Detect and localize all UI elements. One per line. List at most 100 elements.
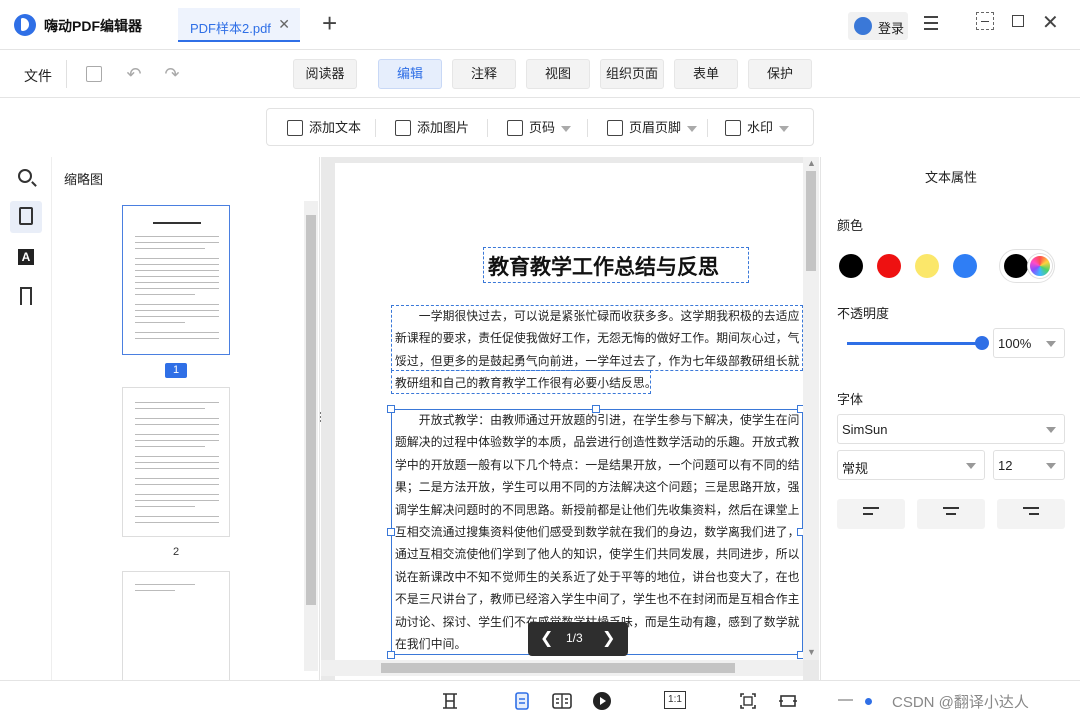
thumbnail-line [135, 276, 219, 277]
login-button[interactable]: 登录 [848, 12, 908, 40]
thumbnail-page-3[interactable] [122, 571, 230, 681]
align-left-button[interactable] [837, 499, 905, 529]
divider [66, 60, 67, 88]
tab-edit[interactable]: 编辑 [378, 59, 442, 89]
color-swatch-blue[interactable] [953, 254, 977, 278]
sidebar-item-fonts[interactable]: A [10, 241, 42, 273]
add-image-button[interactable]: 添加图片 [395, 117, 469, 139]
thumbnail-line [135, 310, 219, 311]
single-page-icon[interactable] [512, 691, 532, 711]
hamburger-menu-icon[interactable] [924, 16, 938, 30]
scrollbar-thumb[interactable] [806, 171, 816, 271]
color-swatch-black[interactable] [839, 254, 863, 278]
page-number-button[interactable]: 页码 [507, 117, 572, 139]
fit-height-icon[interactable] [440, 691, 460, 711]
thumbnail-line [135, 264, 219, 265]
thumbnail-page-2[interactable] [122, 387, 230, 537]
sidebar-item-search[interactable] [10, 162, 42, 194]
thumbnail-line [135, 446, 205, 447]
fit-page-icon[interactable] [738, 691, 758, 711]
document-horizontal-scrollbar[interactable] [321, 660, 803, 676]
maximize-icon[interactable] [1012, 15, 1024, 27]
scrollbar-thumb[interactable] [381, 663, 735, 673]
tab-organize-pages[interactable]: 组织页面 [600, 59, 664, 89]
fit-width-icon[interactable] [778, 691, 798, 711]
thumbnail-page-1[interactable] [122, 205, 230, 355]
close-icon[interactable]: ✕ [278, 16, 290, 33]
scrollbar-thumb[interactable] [306, 215, 316, 605]
paragraph-line: 一学期很快过去，可以说是紧张忙碌而收获多多。这学期我积极的去适应 [395, 309, 800, 323]
opacity-slider-track[interactable] [847, 342, 983, 345]
paragraph-line: 不是三尺讲台了，教师已经溶入学生中间了，学生也不在封闭而是互相合作主 [395, 592, 800, 607]
align-right-button[interactable] [997, 499, 1065, 529]
color-wheel-icon[interactable] [1028, 254, 1052, 278]
two-page-icon[interactable] [552, 691, 572, 711]
paragraph-line: 馁过，但更多的是鼓起勇气向前进，一学年过去了，作为七年级部教研组长就 [395, 353, 800, 368]
new-tab-icon[interactable]: + [322, 10, 337, 36]
font-family-select[interactable]: SimSun [837, 414, 1065, 444]
align-center-button[interactable] [917, 499, 985, 529]
paragraph-line: 教研组和自己的教育教学工作很有必要小结反思。 [395, 376, 657, 391]
thumbnail-line [135, 248, 205, 249]
paragraph-line: 新课程的要求，责任促使我做好工作，无怨无悔的做好工作。期间灰心过，气 [395, 331, 800, 346]
tab-view[interactable]: 视图 [526, 59, 590, 89]
paragraph-line: 题解决的过程中体验数学的本质，品尝进行创造性数学活动的乐趣。开放式教 [395, 435, 800, 450]
resize-handle[interactable] [387, 405, 395, 413]
undo-icon[interactable]: ↶ [124, 64, 144, 84]
file-menu[interactable]: 文件 [24, 66, 52, 86]
chevron-down-icon [1046, 463, 1056, 469]
save-icon[interactable] [84, 64, 104, 84]
header-footer-button[interactable]: 页眉页脚 [607, 117, 698, 139]
redo-icon[interactable]: ↷ [162, 64, 182, 84]
previous-page-icon[interactable]: ❮ [540, 628, 553, 648]
title-text-box[interactable]: 教育教学工作总结与反思 [483, 247, 749, 283]
actual-size-button[interactable]: 1:1 [664, 691, 686, 709]
thumbnail-line [135, 522, 219, 523]
thumbnail-scrollbar[interactable] [304, 201, 318, 671]
paragraph-line: 开放式教学：由教师通过开放题的引进，在学生参与下解决，使学生在问 [395, 413, 800, 427]
resize-handle[interactable] [387, 528, 395, 536]
thumbnail-line [135, 590, 175, 591]
font-style-select[interactable]: 常规 [837, 450, 985, 480]
menu-bar: 文件 ↶ ↷ 阅读器 编辑 注释 视图 组织页面 表单 保护 [0, 50, 1080, 98]
tab-reader[interactable]: 阅读器 [293, 59, 357, 89]
color-swatch-red[interactable] [877, 254, 901, 278]
thumbnail-line [135, 402, 219, 403]
zoom-out-button[interactable]: — [838, 691, 853, 708]
tab-forms[interactable]: 表单 [674, 59, 738, 89]
minimize-icon[interactable] [976, 12, 994, 30]
sidebar-item-thumbnails[interactable] [10, 201, 42, 233]
thumbnail-line [135, 468, 219, 469]
chevron-down-icon [561, 125, 572, 132]
header-footer-label: 页眉页脚 [629, 120, 682, 135]
window-close-icon[interactable]: ✕ [1042, 10, 1059, 35]
chevron-down-icon [779, 125, 790, 132]
paragraph-line: 学中的开放题一般有以下几个特点：一是结果开放，一个问题可以有不同的结 [395, 457, 800, 472]
thumbnail-line [135, 456, 219, 457]
tab-protect[interactable]: 保护 [748, 59, 812, 89]
scroll-down-icon[interactable]: ▼ [807, 647, 816, 657]
thumbnail-line [135, 478, 219, 479]
watermark-button[interactable]: 水印 [725, 117, 790, 139]
font-size-select[interactable]: 12 [993, 450, 1065, 480]
tab-document[interactable]: PDF样本2.pdf ✕ [178, 8, 300, 42]
sidebar-item-bookmarks[interactable] [10, 281, 42, 313]
current-color-picker[interactable] [999, 249, 1055, 283]
thumbnail-line [135, 236, 219, 237]
paragraph-line: 说在新课改中不知不觉师生的关系近了处于平等的地位，讲台也变大了，在也 [395, 569, 800, 584]
thumbnail-line [135, 408, 205, 409]
opacity-slider-handle[interactable] [975, 336, 989, 350]
thumbnail-page-number: 1 [165, 363, 187, 378]
document-vertical-scrollbar[interactable]: ▲ ▼ [803, 157, 819, 660]
add-text-label: 添加文本 [309, 120, 362, 135]
add-text-button[interactable]: 添加文本 [287, 117, 361, 139]
resize-handle[interactable] [387, 651, 395, 659]
tab-annotate[interactable]: 注释 [452, 59, 516, 89]
play-icon[interactable] [592, 691, 612, 711]
opacity-select[interactable]: 100% [993, 328, 1065, 358]
next-page-icon[interactable]: ❯ [602, 628, 615, 648]
thumbnail-line [135, 434, 219, 435]
scroll-up-icon[interactable]: ▲ [807, 158, 816, 168]
color-swatch-yellow[interactable] [915, 254, 939, 278]
zoom-slider-handle[interactable] [865, 698, 872, 705]
